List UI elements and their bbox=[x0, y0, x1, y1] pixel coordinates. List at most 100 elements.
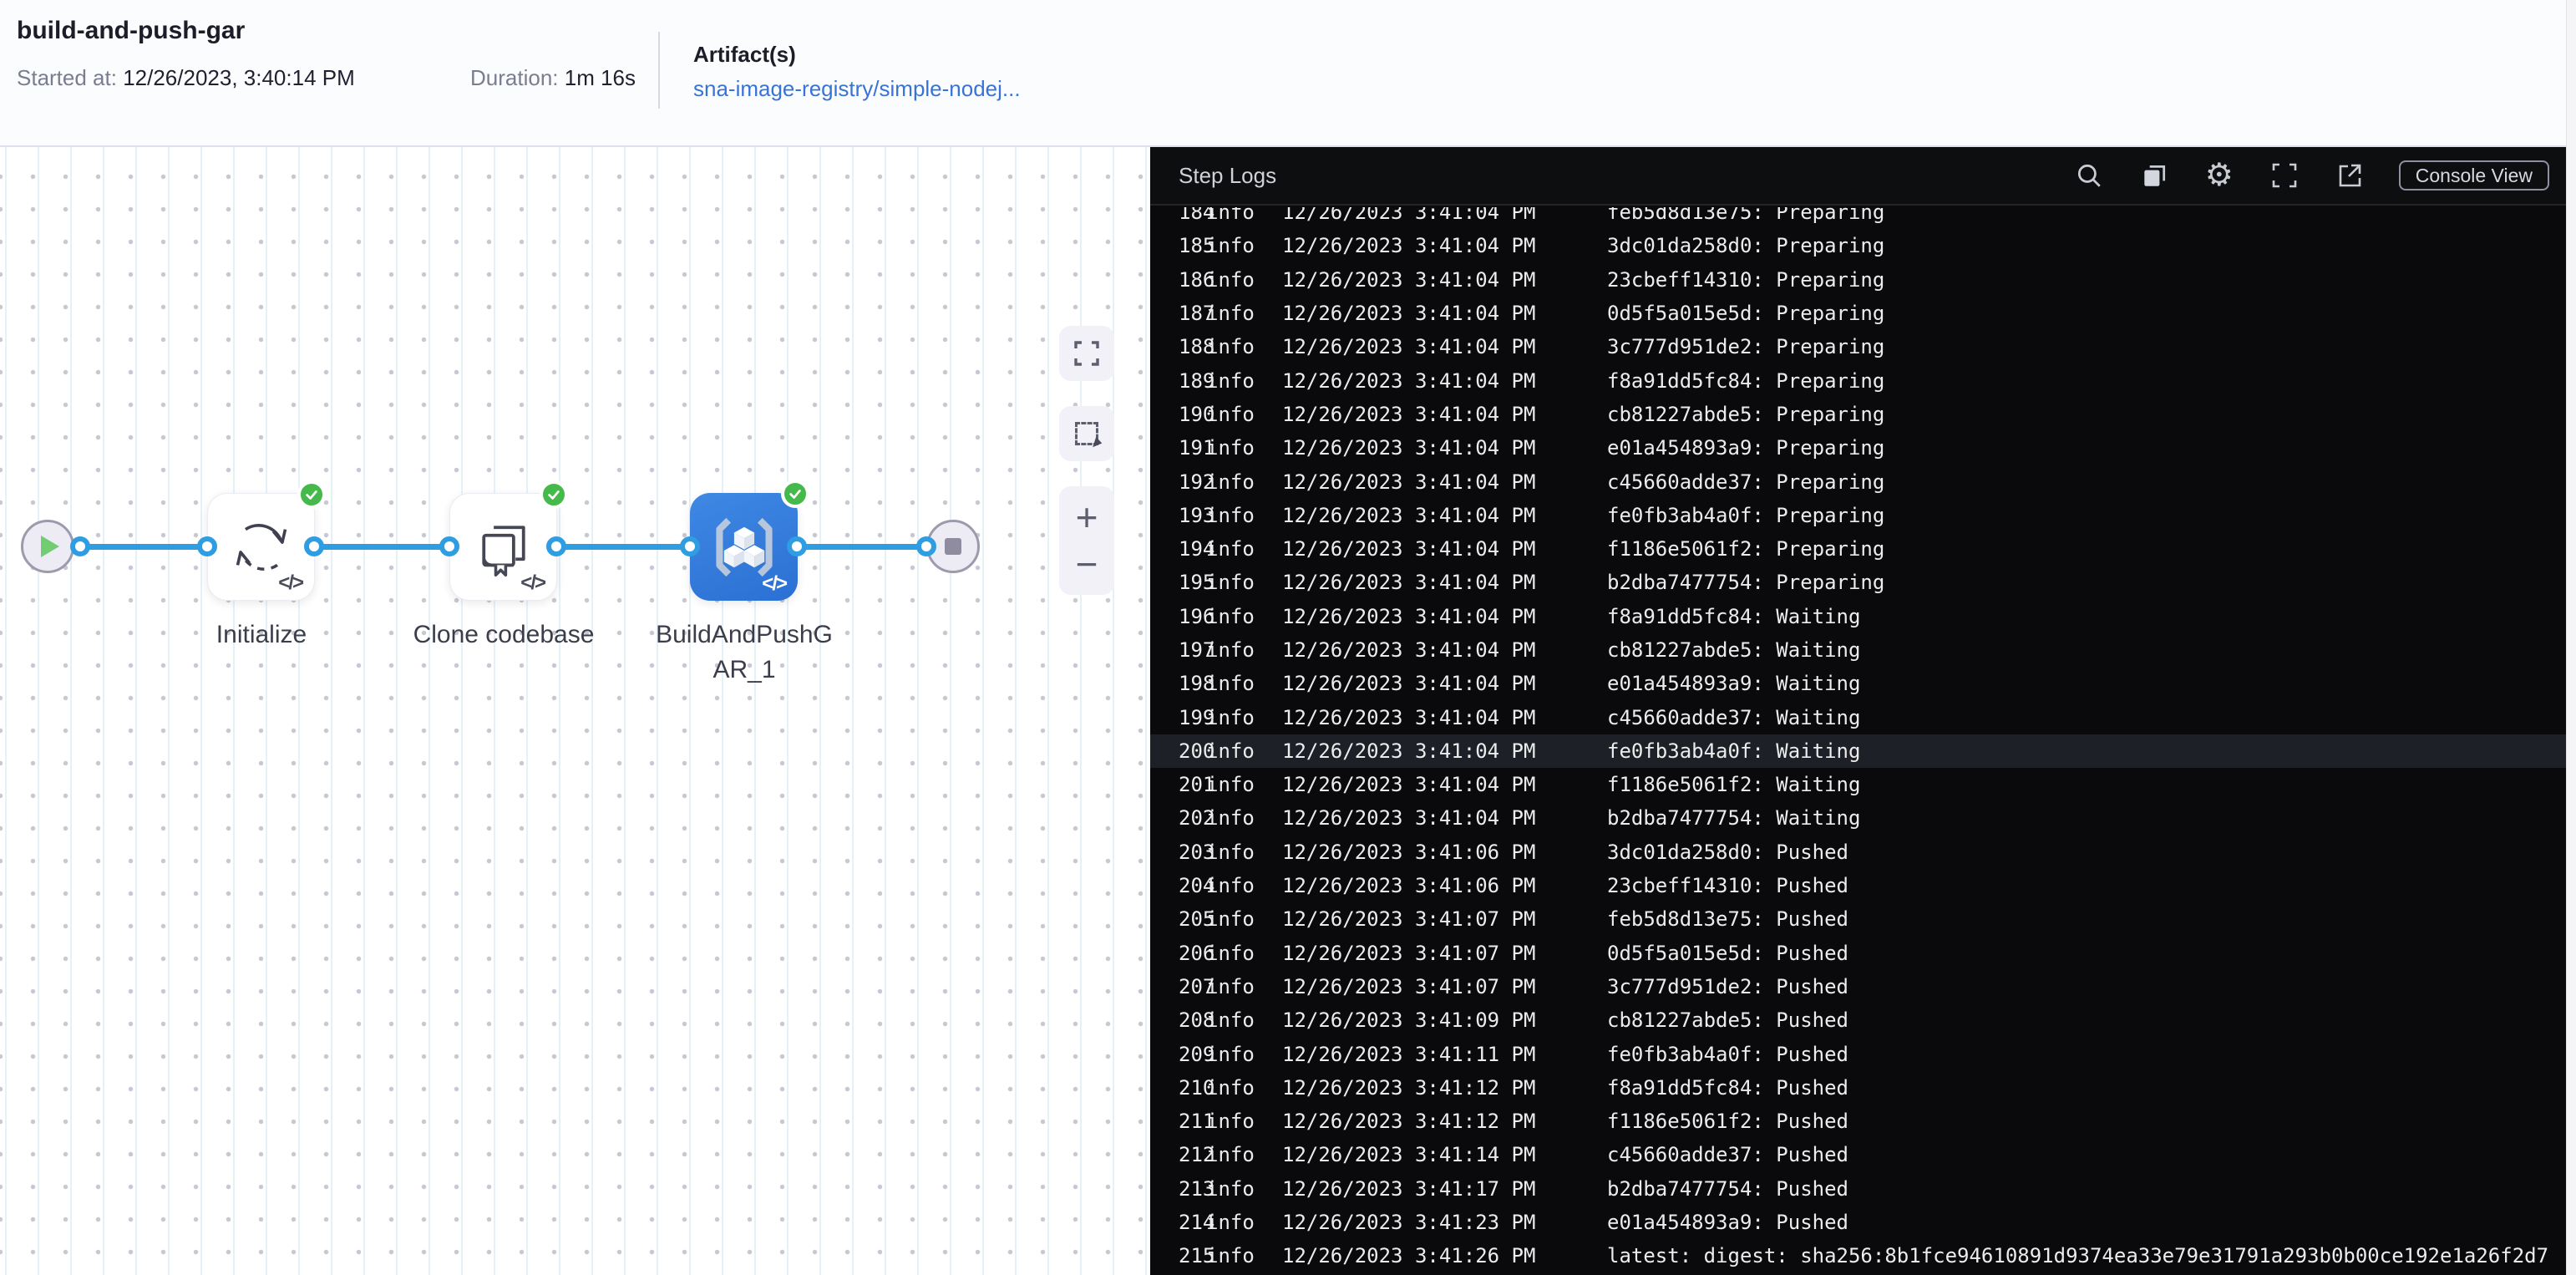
duration-label: Duration: bbox=[470, 65, 559, 90]
log-row[interactable]: 205 info 12/26/2023 3:41:07 PM feb5d8d13… bbox=[1150, 902, 2566, 936]
log-row[interactable]: 201 info 12/26/2023 3:41:04 PM f1186e506… bbox=[1150, 768, 2566, 801]
log-line-number: 196 bbox=[1179, 604, 1215, 628]
success-check-icon bbox=[781, 480, 809, 508]
search-button[interactable] bbox=[2073, 160, 2105, 191]
log-row[interactable]: 192 info 12/26/2023 3:41:04 PM c45660add… bbox=[1150, 465, 2566, 498]
artifact-link[interactable]: sna-image-registry/simple-nodej... bbox=[693, 76, 1021, 102]
log-row[interactable]: 203 info 12/26/2023 3:41:06 PM 3dc01da25… bbox=[1150, 836, 2566, 869]
fullscreen-button[interactable] bbox=[2269, 160, 2300, 191]
log-row[interactable]: 209 info 12/26/2023 3:41:11 PM fe0fb3ab4… bbox=[1150, 1037, 2566, 1070]
log-message: e01a454893a9: Waiting bbox=[1607, 672, 1861, 696]
log-level: info bbox=[1206, 470, 1255, 494]
log-level: info bbox=[1206, 840, 1255, 864]
step-node-initialize[interactable]: </> bbox=[207, 480, 326, 601]
log-row[interactable]: 194 info 12/26/2023 3:41:04 PM f1186e506… bbox=[1150, 532, 2566, 566]
log-timestamp: 12/26/2023 3:41:04 PM bbox=[1282, 368, 1536, 393]
log-scroll-area[interactable]: 184 info 12/26/2023 3:41:04 PM feb5d8d13… bbox=[1150, 207, 2566, 1275]
log-message: fe0fb3ab4a0f: Preparing bbox=[1607, 503, 1885, 527]
pipeline-start-node[interactable] bbox=[21, 520, 74, 573]
log-row[interactable]: 208 info 12/26/2023 3:41:09 PM cb81227ab… bbox=[1150, 1003, 2566, 1037]
log-row[interactable]: 191 info 12/26/2023 3:41:04 PM e01a45489… bbox=[1150, 431, 2566, 465]
log-rows: 184 info 12/26/2023 3:41:04 PM feb5d8d13… bbox=[1150, 207, 2566, 1273]
external-link-icon bbox=[2339, 164, 2361, 187]
log-message: 3c777d951de2: Pushed bbox=[1607, 974, 1848, 998]
log-row[interactable]: 184 info 12/26/2023 3:41:04 PM feb5d8d13… bbox=[1150, 207, 2566, 229]
log-row[interactable]: 204 info 12/26/2023 3:41:06 PM 23cbeff14… bbox=[1150, 869, 2566, 902]
log-level: info bbox=[1206, 436, 1255, 460]
log-level: info bbox=[1206, 207, 1255, 225]
log-row[interactable]: 207 info 12/26/2023 3:41:07 PM 3c777d951… bbox=[1150, 970, 2566, 1003]
log-line-number: 193 bbox=[1179, 503, 1215, 527]
log-message: e01a454893a9: Pushed bbox=[1607, 1211, 1848, 1235]
console-view-button[interactable]: Console View bbox=[2398, 160, 2549, 190]
zoom-out-button[interactable]: − bbox=[1076, 545, 1098, 583]
log-line-number: 214 bbox=[1179, 1211, 1215, 1235]
log-message: f1186e5061f2: Waiting bbox=[1607, 773, 1861, 797]
log-row[interactable]: 211 info 12/26/2023 3:41:12 PM f1186e506… bbox=[1150, 1105, 2566, 1138]
page-scrollbar[interactable] bbox=[2566, 0, 2576, 1275]
log-message: f1186e5061f2: Preparing bbox=[1607, 537, 1885, 561]
log-row[interactable]: 195 info 12/26/2023 3:41:04 PM b2dba7477… bbox=[1150, 566, 2566, 599]
log-row[interactable]: 198 info 12/26/2023 3:41:04 PM e01a45489… bbox=[1150, 667, 2566, 700]
log-message: cb81227abde5: Waiting bbox=[1607, 638, 1861, 662]
port bbox=[787, 536, 807, 556]
log-line-number: 201 bbox=[1179, 773, 1215, 797]
selection-mode-button[interactable] bbox=[1059, 406, 1114, 461]
port bbox=[70, 536, 90, 556]
log-row[interactable]: 193 info 12/26/2023 3:41:04 PM fe0fb3ab4… bbox=[1150, 499, 2566, 532]
log-row[interactable]: 196 info 12/26/2023 3:41:04 PM f8a91dd5f… bbox=[1150, 600, 2566, 633]
log-timestamp: 12/26/2023 3:41:06 PM bbox=[1282, 874, 1536, 898]
log-message: cb81227abde5: Pushed bbox=[1607, 1008, 1848, 1033]
log-line-number: 206 bbox=[1179, 941, 1215, 965]
log-timestamp: 12/26/2023 3:41:04 PM bbox=[1282, 503, 1536, 527]
log-row[interactable]: 213 info 12/26/2023 3:41:17 PM b2dba7477… bbox=[1150, 1172, 2566, 1206]
log-message: 23cbeff14310: Preparing bbox=[1607, 267, 1885, 292]
pipeline-canvas[interactable]: </> Initialize </> Clone codebase </> Bu… bbox=[0, 147, 1150, 1275]
artifacts-label: Artifact(s) bbox=[693, 42, 796, 67]
log-line-number: 210 bbox=[1179, 1075, 1215, 1100]
settings-button[interactable]: ⚙ bbox=[2203, 160, 2235, 191]
log-row[interactable]: 206 info 12/26/2023 3:41:07 PM 0d5f5a015… bbox=[1150, 937, 2566, 970]
step-node-clone-codebase[interactable]: </> bbox=[449, 480, 568, 601]
play-icon bbox=[41, 536, 59, 557]
log-row[interactable]: 188 info 12/26/2023 3:41:04 PM 3c777d951… bbox=[1150, 330, 2566, 363]
log-row[interactable]: 185 info 12/26/2023 3:41:04 PM 3dc01da25… bbox=[1150, 229, 2566, 262]
log-row[interactable]: 200 info 12/26/2023 3:41:04 PM fe0fb3ab4… bbox=[1150, 734, 2566, 769]
log-row[interactable]: 190 info 12/26/2023 3:41:04 PM cb81227ab… bbox=[1150, 398, 2566, 431]
copy-button[interactable] bbox=[2138, 160, 2170, 191]
step-node-build-and-push-gar[interactable]: </> bbox=[690, 480, 809, 601]
port bbox=[304, 536, 324, 556]
log-timestamp: 12/26/2023 3:41:04 PM bbox=[1282, 773, 1536, 797]
log-row[interactable]: 199 info 12/26/2023 3:41:04 PM c45660add… bbox=[1150, 700, 2566, 734]
open-external-button[interactable] bbox=[2334, 160, 2366, 191]
log-row[interactable]: 210 info 12/26/2023 3:41:12 PM f8a91dd5f… bbox=[1150, 1071, 2566, 1105]
log-timestamp: 12/26/2023 3:41:04 PM bbox=[1282, 402, 1536, 426]
log-row[interactable]: 186 info 12/26/2023 3:41:04 PM 23cbeff14… bbox=[1150, 263, 2566, 297]
log-row[interactable]: 187 info 12/26/2023 3:41:04 PM 0d5f5a015… bbox=[1150, 297, 2566, 330]
port bbox=[916, 536, 936, 556]
log-message: b2dba7477754: Preparing bbox=[1607, 571, 1885, 595]
started-at: Started at: 12/26/2023, 3:40:14 PM bbox=[17, 65, 355, 91]
zoom-in-button[interactable]: + bbox=[1076, 498, 1098, 536]
log-row[interactable]: 197 info 12/26/2023 3:41:04 PM cb81227ab… bbox=[1150, 633, 2566, 667]
log-timestamp: 12/26/2023 3:41:04 PM bbox=[1282, 638, 1536, 662]
log-line-number: 186 bbox=[1179, 267, 1215, 292]
log-line-number: 188 bbox=[1179, 335, 1215, 359]
log-level: info bbox=[1206, 941, 1255, 965]
log-row[interactable]: 212 info 12/26/2023 3:41:14 PM c45660add… bbox=[1150, 1138, 2566, 1171]
log-actions: ⚙ Console View bbox=[2073, 160, 2549, 191]
log-line-number: 192 bbox=[1179, 470, 1215, 494]
log-row[interactable]: 214 info 12/26/2023 3:41:23 PM e01a45489… bbox=[1150, 1206, 2566, 1239]
log-row[interactable]: 189 info 12/26/2023 3:41:04 PM f8a91dd5f… bbox=[1150, 363, 2566, 397]
port bbox=[439, 536, 459, 556]
fit-view-button[interactable] bbox=[1059, 326, 1114, 381]
log-timestamp: 12/26/2023 3:41:04 PM bbox=[1282, 571, 1536, 595]
log-row[interactable]: 202 info 12/26/2023 3:41:04 PM b2dba7477… bbox=[1150, 801, 2566, 835]
artifacts-block: Artifact(s) sna-image-registry/simple-no… bbox=[693, 42, 1021, 102]
log-message: b2dba7477754: Pushed bbox=[1607, 1176, 1848, 1201]
log-line-number: 209 bbox=[1179, 1042, 1215, 1066]
log-level: info bbox=[1206, 335, 1255, 359]
log-line-number: 211 bbox=[1179, 1110, 1215, 1134]
log-row[interactable]: 215 info 12/26/2023 3:41:26 PM latest: d… bbox=[1150, 1239, 2566, 1272]
log-level: info bbox=[1206, 368, 1255, 393]
